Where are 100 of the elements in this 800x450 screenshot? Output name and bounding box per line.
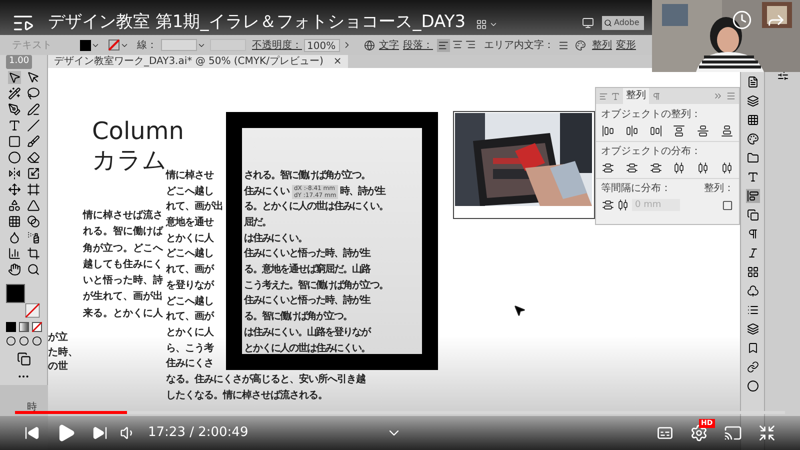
align-icon[interactable]: [746, 190, 758, 202]
text-line: 越しても住みにく: [83, 258, 163, 272]
align-object-icon[interactable]: [697, 125, 710, 137]
lines-icon[interactable]: [558, 40, 569, 50]
fill-color-swatch[interactable]: [6, 284, 24, 303]
exit-fullscreen-icon[interactable]: [758, 424, 776, 442]
distribute-icon[interactable]: [697, 162, 710, 174]
clock-icon[interactable]: [732, 10, 752, 30]
bar-chart-icon[interactable]: [8, 247, 20, 260]
close-icon[interactable]: ×: [333, 55, 342, 68]
workspace-icon[interactable]: [476, 19, 487, 30]
next-icon[interactable]: [92, 425, 108, 441]
double-chevron-icon[interactable]: [713, 91, 723, 101]
arrow-pointer-icon[interactable]: [8, 71, 20, 84]
distribute-icon[interactable]: [626, 162, 638, 174]
link-icon[interactable]: [746, 361, 758, 373]
distribute-icon[interactable]: [650, 162, 662, 174]
circle-tool-icon[interactable]: [8, 151, 20, 164]
text-line: ら、こう考: [166, 342, 214, 356]
club-icon[interactable]: [746, 285, 758, 297]
stroke-weight-field[interactable]: [161, 39, 197, 51]
bookmark-icon[interactable]: [746, 342, 758, 354]
character-icon[interactable]: [746, 171, 758, 183]
align-link[interactable]: 整列: [592, 38, 612, 52]
swatches-icon[interactable]: [746, 266, 758, 278]
panel-tab[interactable]: 整列: [623, 88, 649, 104]
cast-icon[interactable]: [724, 424, 742, 442]
layers-icon[interactable]: [746, 95, 758, 107]
align-center-icon[interactable]: [452, 38, 463, 50]
globe-icon[interactable]: [364, 40, 375, 50]
spacing-icon[interactable]: [617, 199, 629, 211]
dotted-square-icon[interactable]: [746, 114, 758, 126]
settings-icon[interactable]: [690, 424, 708, 442]
gradient-mode-swatch[interactable]: [18, 322, 28, 332]
color-mode-swatch[interactable]: [6, 322, 16, 332]
move-icon[interactable]: [8, 183, 20, 196]
type-tool-icon[interactable]: [8, 119, 20, 132]
hand-icon[interactable]: [8, 263, 20, 276]
document-tab[interactable]: デザイン教室ワーク_DAY3.ai* @ 50% (CMYK/プレビュー) ×: [48, 55, 348, 68]
character-link[interactable]: 文字: [379, 38, 399, 52]
opacity-field[interactable]: 100%: [304, 38, 340, 52]
crop-icon[interactable]: [26, 247, 40, 260]
spray-can-icon[interactable]: [26, 231, 40, 244]
line-segment-icon[interactable]: [26, 119, 40, 132]
hollow-pointer-icon[interactable]: [26, 71, 40, 84]
pilcrow-icon[interactable]: [746, 228, 758, 240]
triangle-icon[interactable]: [26, 199, 40, 212]
paragraph-link[interactable]: 段落：: [403, 38, 433, 52]
draw-behind-icon[interactable]: [18, 336, 28, 346]
align-object-icon[interactable]: [626, 125, 638, 137]
palette-icon[interactable]: [746, 133, 758, 145]
align-object-icon[interactable]: [720, 125, 733, 137]
captions-icon[interactable]: [656, 424, 674, 442]
transform-link[interactable]: 変形: [616, 38, 636, 52]
align-object-icon[interactable]: [673, 125, 686, 137]
rectangle-tool-icon[interactable]: [8, 135, 20, 148]
tab-icon[interactable]: [599, 92, 608, 100]
pen-line-icon[interactable]: [26, 103, 40, 116]
menu-icon[interactable]: [726, 91, 736, 101]
spacing-icon[interactable]: [602, 199, 614, 211]
stroke-none-icon[interactable]: [108, 39, 120, 51]
magic-wand-icon[interactable]: [8, 87, 20, 100]
copy-icon[interactable]: [746, 209, 758, 221]
stroke-none-swatch[interactable]: [24, 303, 40, 318]
document-icon[interactable]: [746, 76, 758, 88]
screen-mode-icon[interactable]: [16, 352, 30, 366]
scale-icon[interactable]: [26, 167, 40, 180]
draw-inside-icon[interactable]: [32, 336, 42, 346]
reflect-icon[interactable]: [8, 167, 20, 180]
distribute-icon[interactable]: [673, 162, 686, 174]
tab-icon[interactable]: [652, 92, 661, 100]
palette-icon[interactable]: [575, 40, 586, 50]
draw-normal-icon[interactable]: [6, 336, 16, 346]
cursor-icon: [513, 304, 526, 317]
italic-icon[interactable]: [746, 247, 758, 259]
eraser-icon[interactable]: [26, 151, 40, 164]
fill-swatch[interactable]: [80, 40, 91, 50]
align-object-icon[interactable]: [650, 125, 662, 137]
search-field[interactable]: Adobe: [602, 16, 644, 30]
align-left-button[interactable]: [437, 38, 450, 52]
tab-icon[interactable]: [611, 92, 620, 100]
previous-icon[interactable]: [24, 425, 40, 441]
distribute-icon[interactable]: [720, 162, 733, 174]
circle-icon[interactable]: [746, 380, 758, 392]
folder-icon[interactable]: [746, 152, 758, 164]
distribute-icon[interactable]: [602, 162, 614, 174]
grid-icon[interactable]: [8, 215, 20, 228]
align-right-icon[interactable]: [465, 38, 476, 50]
text-line: 屈だ。: [244, 216, 271, 230]
zoom-tool-icon[interactable]: [26, 263, 40, 276]
stack-icon[interactable]: [746, 323, 758, 335]
screen-icon[interactable]: [582, 17, 594, 29]
shapes-icon[interactable]: [8, 199, 20, 212]
none-mode-icon[interactable]: [32, 322, 42, 332]
lasso-icon[interactable]: [26, 87, 40, 100]
brush-icon[interactable]: [26, 135, 40, 148]
text-line: れて、画が出: [166, 200, 223, 214]
text-line: は住みにくい。山路を登りなが: [244, 326, 370, 340]
pen-tool-icon[interactable]: [8, 103, 20, 116]
align-object-icon[interactable]: [602, 125, 614, 137]
